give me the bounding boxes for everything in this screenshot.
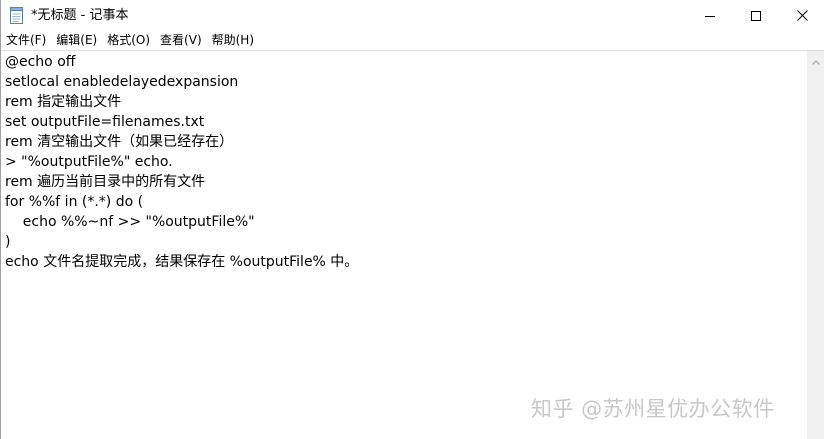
watermark: 知乎 @苏州星优办公软件 <box>531 397 775 421</box>
chevron-up-icon <box>811 50 820 69</box>
title-bar[interactable]: *无标题 - 记事本 <box>1 0 824 31</box>
maximize-icon <box>751 6 761 25</box>
editor-line: rem 遍历当前目录中的所有文件 <box>5 174 206 190</box>
menu-view[interactable]: 查看(V) <box>155 31 207 50</box>
window-title: *无标题 - 记事本 <box>31 8 129 23</box>
menu-edit[interactable]: 编辑(E) <box>51 31 102 50</box>
menu-format[interactable]: 格式(O) <box>102 31 155 50</box>
editor-line: echo %%~nf >> "%outputFile%" <box>5 214 255 230</box>
editor-line: for %%f in (*.*) do ( <box>5 194 144 210</box>
editor-line: > "%outputFile%" echo. <box>5 154 173 170</box>
editor-line: echo 文件名提取完成，结果保存在 %outputFile% 中。 <box>5 254 359 270</box>
maximize-button[interactable] <box>733 0 779 31</box>
editor-line: rem 清空输出文件（如果已经存在） <box>5 134 234 150</box>
close-icon <box>796 6 808 25</box>
scroll-track[interactable] <box>807 68 824 439</box>
editor-line: setlocal enabledelayedexpansion <box>5 74 239 90</box>
close-button[interactable] <box>779 0 824 31</box>
editor-line: @echo off <box>5 54 76 70</box>
notepad-window: *无标题 - 记事本 文件(F) 编辑(E) 格式(O) 查看(V) 帮助(H) <box>0 0 824 439</box>
menu-bar: 文件(F) 编辑(E) 格式(O) 查看(V) 帮助(H) <box>1 31 824 50</box>
vertical-scrollbar[interactable] <box>807 51 824 439</box>
menu-help[interactable]: 帮助(H) <box>207 31 259 50</box>
menu-file[interactable]: 文件(F) <box>1 31 51 50</box>
minimize-button[interactable] <box>687 0 733 31</box>
editor-line: set outputFile=filenames.txt <box>5 114 205 130</box>
scroll-up-button[interactable] <box>807 51 824 68</box>
editor-line: rem 指定输出文件 <box>5 94 122 110</box>
text-editor[interactable]: @echo off setlocal enabledelayedexpansio… <box>2 51 807 439</box>
notepad-icon <box>9 7 24 24</box>
minimize-icon <box>705 6 715 25</box>
editor-line: ) <box>5 234 11 250</box>
